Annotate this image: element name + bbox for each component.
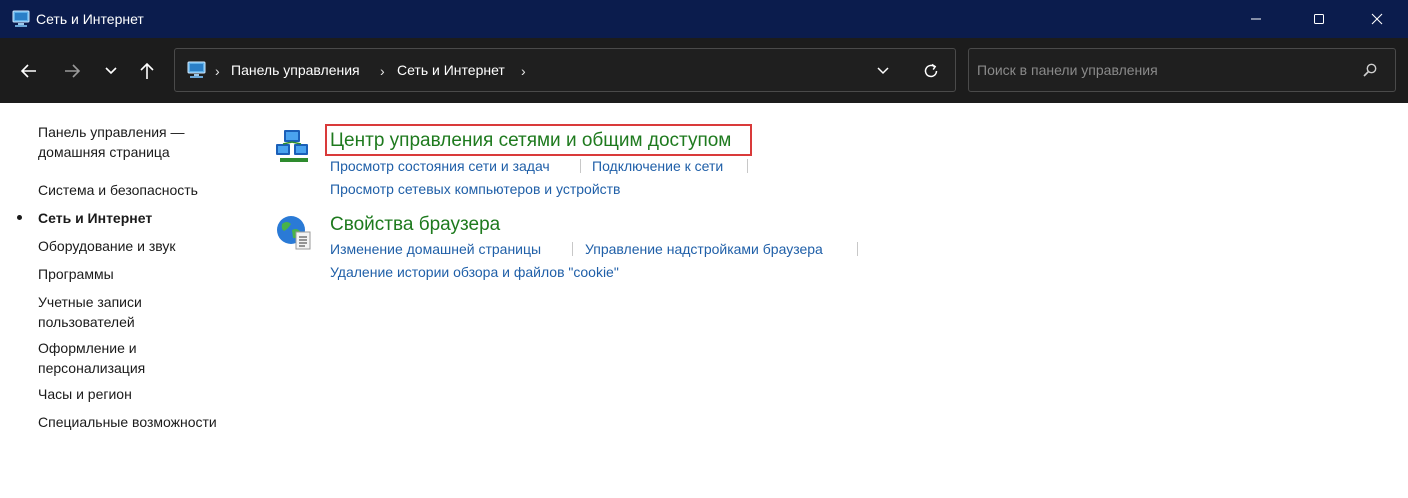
refresh-button[interactable] <box>919 59 943 83</box>
back-button[interactable] <box>14 56 44 86</box>
sidebar-item-label: Система и безопасность <box>38 182 198 198</box>
search-box[interactable] <box>968 48 1396 92</box>
address-history-button[interactable] <box>871 59 895 83</box>
view-network-computers-link[interactable]: Просмотр сетевых компьютеров и устройств <box>330 180 621 198</box>
sidebar: Панель управления — домашняя страница Си… <box>0 103 250 498</box>
link-separator <box>857 242 858 256</box>
view-network-status-link[interactable]: Просмотр состояния сети и задач <box>330 157 550 175</box>
internet-options-icon <box>277 216 311 250</box>
sidebar-item-user-accounts[interactable]: Учетные записи пользователей <box>38 292 142 332</box>
address-bar[interactable]: › Панель управления › Сеть и Интернет › <box>174 48 956 92</box>
sidebar-item-label: Учетные записи пользователей <box>38 294 142 330</box>
search-input[interactable] <box>977 59 1347 81</box>
link-separator <box>747 159 748 173</box>
sidebar-item-label: Часы и регион <box>38 386 132 402</box>
maximize-button[interactable] <box>1296 0 1342 38</box>
forward-button[interactable] <box>57 56 87 86</box>
link-separator <box>580 159 581 173</box>
close-icon <box>1371 13 1383 25</box>
control-panel-icon <box>187 61 206 78</box>
internet-options-link[interactable]: Свойства браузера <box>330 213 500 237</box>
sidebar-item-label: Сеть и Интернет <box>38 210 153 226</box>
chevron-down-icon <box>877 67 889 75</box>
sidebar-item-label: Оборудование и звук <box>38 238 176 254</box>
chevron-right-icon: › <box>380 63 385 79</box>
close-button[interactable] <box>1354 0 1400 38</box>
minimize-icon <box>1251 18 1261 20</box>
arrow-left-icon <box>20 64 36 78</box>
up-button[interactable] <box>132 56 162 86</box>
sidebar-item-clock-region[interactable]: Часы и регион <box>38 384 132 404</box>
maximize-icon <box>1314 14 1324 24</box>
arrow-up-icon <box>140 62 154 79</box>
chevron-right-icon: › <box>215 63 220 79</box>
manage-addons-link[interactable]: Управление надстройками браузера <box>585 240 823 258</box>
change-homepage-link[interactable]: Изменение домашней страницы <box>330 240 541 258</box>
arrow-right-icon <box>65 64 81 78</box>
network-sharing-center-link[interactable]: Центр управления сетями и общим доступом <box>330 129 731 153</box>
sidebar-item-system-security[interactable]: Система и безопасность <box>38 180 198 200</box>
navigation-bar: › Панель управления › Сеть и Интернет › <box>0 38 1408 103</box>
chevron-down-icon <box>105 67 117 75</box>
refresh-icon <box>924 63 938 78</box>
sidebar-item-label: Оформление и персонализация <box>38 340 146 376</box>
recent-locations-button[interactable] <box>96 56 126 86</box>
active-bullet <box>17 215 22 220</box>
title-bar: Сеть и Интернет <box>0 0 1408 38</box>
sidebar-item-label: Панель управления — домашняя страница <box>38 124 185 160</box>
sidebar-item-label: Программы <box>38 266 114 282</box>
sidebar-item-label: Специальные возможности <box>38 414 217 430</box>
breadcrumb-control-panel[interactable]: Панель управления <box>231 62 360 78</box>
sidebar-item-network-internet[interactable]: Сеть и Интернет <box>38 208 152 228</box>
breadcrumb-network-internet[interactable]: Сеть и Интернет <box>397 62 505 78</box>
connect-to-network-link[interactable]: Подключение к сети <box>592 157 723 175</box>
sidebar-item-hardware-sound[interactable]: Оборудование и звук <box>38 236 176 256</box>
search-icon[interactable] <box>1362 62 1378 78</box>
minimize-button[interactable] <box>1233 0 1279 38</box>
delete-browsing-history-link[interactable]: Удаление истории обзора и файлов "cookie… <box>330 263 619 281</box>
sidebar-item-ease-of-access[interactable]: Специальные возможности <box>38 412 217 432</box>
window-title: Сеть и Интернет <box>36 11 144 27</box>
sidebar-item-appearance[interactable]: Оформление и персонализация <box>38 338 145 378</box>
control-panel-icon <box>12 10 30 27</box>
sidebar-item-home[interactable]: Панель управления — домашняя страница <box>38 122 185 162</box>
network-center-icon <box>276 130 308 162</box>
sidebar-item-programs[interactable]: Программы <box>38 264 114 284</box>
link-separator <box>572 242 573 256</box>
chevron-right-icon: › <box>521 63 526 79</box>
